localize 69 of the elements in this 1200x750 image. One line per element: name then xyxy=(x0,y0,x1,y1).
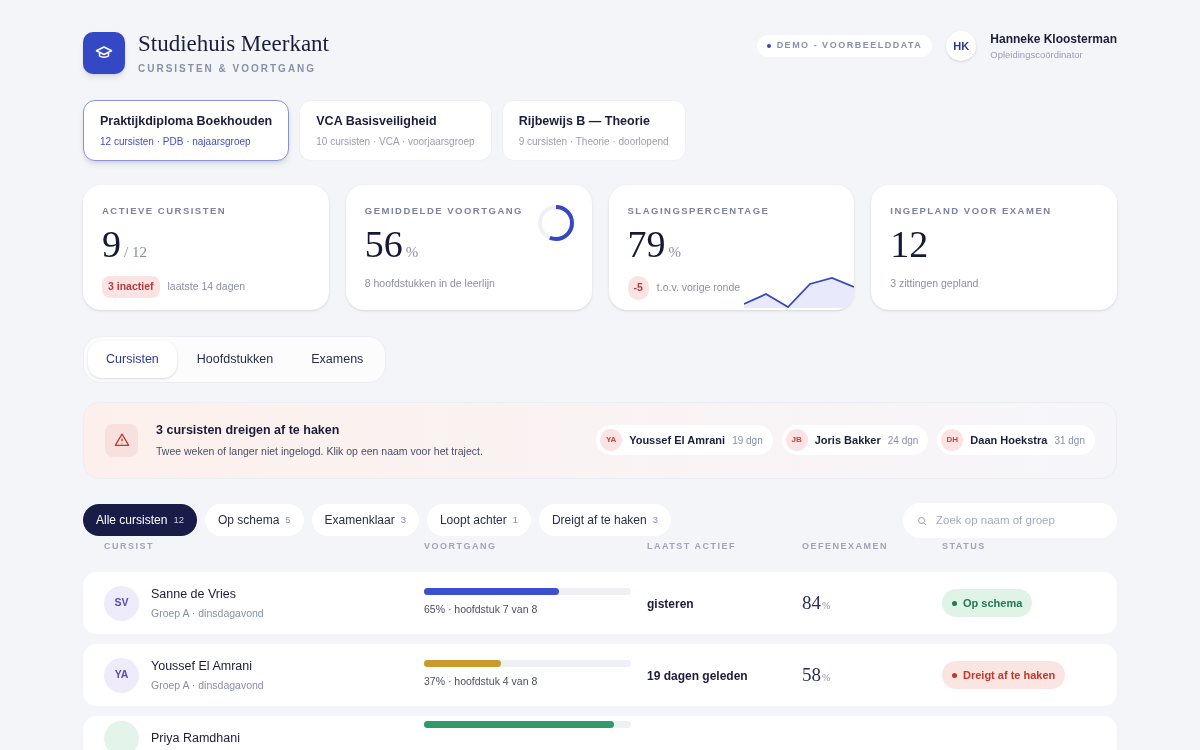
last-active: 19 dagen geleden xyxy=(647,669,748,683)
student-group: Groep A · dinsdagavond xyxy=(151,605,264,622)
user-name: Hanneke Kloosterman xyxy=(990,31,1117,48)
user-avatar[interactable]: HK xyxy=(946,31,977,62)
student-name: Sanne de Vries xyxy=(151,585,237,603)
stat-note: 8 hoofdstukken in de leerlijn xyxy=(364,276,495,291)
student-avatar: SV xyxy=(104,585,139,621)
stat-unit: / 12 xyxy=(124,243,147,262)
search-field[interactable]: Zoek op naam of groep xyxy=(903,502,1117,538)
search-icon xyxy=(916,514,928,527)
column-header: OEFENEXAMEN xyxy=(802,539,889,553)
at-risk-chip[interactable]: YA Youssef El Amrani 19 dgn xyxy=(596,425,773,455)
view-tab[interactable]: Hoofdstukken xyxy=(178,340,292,378)
app-subtitle: CURSISTEN & VOORTGANG xyxy=(138,62,318,76)
student-group: Groep A · dinsdagavond xyxy=(151,677,264,694)
student-name: Priya Ramdhani xyxy=(151,730,240,748)
exam-score: 84 xyxy=(802,590,821,615)
demo-badge: DEMO - VOORBEELDDATA xyxy=(756,35,933,57)
stat-unit: % xyxy=(405,243,419,262)
stat-note: laatste 14 dagen xyxy=(167,279,246,294)
table-row[interactable]: Priya Ramdhani xyxy=(83,716,1117,750)
status-pill: Op schema xyxy=(942,588,1033,618)
column-header: VOORTGANG xyxy=(424,539,498,553)
score-unit: % xyxy=(822,598,831,613)
stat-label: INGEPLAND VOOR EXAMEN xyxy=(890,203,1053,218)
alert-title: 3 cursisten dreigen af te haken xyxy=(156,421,341,439)
course-tab[interactable]: Rijbewijs B — Theorie 9 cursisten · Theorie · doorlopend xyxy=(501,100,686,161)
view-tab[interactable]: Cursisten xyxy=(88,340,177,378)
table-row[interactable]: YA Youssef El Amrani Groep A · dinsdagavond 37% · hoofdstuk 4 van 8 19 dagen geleden 58% Dreigt af te haken xyxy=(83,644,1117,706)
filter-chip[interactable]: Dreigt af te haken 3 xyxy=(538,504,671,536)
filter-chip[interactable]: Loopt achter 1 xyxy=(426,504,531,536)
progress-text: 37% · hoofdstuk 4 van 8 xyxy=(424,674,539,690)
column-header: CURSIST xyxy=(104,539,155,553)
stat-unit: % xyxy=(668,243,681,262)
column-header: LAATST ACTIEF xyxy=(647,539,737,553)
student-name: Youssef El Amrani xyxy=(151,657,253,675)
filter-chip[interactable]: Alle cursisten 12 xyxy=(83,504,197,536)
stat-note: t.o.v. vorige ronde xyxy=(656,280,741,295)
stat-value: 9 xyxy=(102,222,121,266)
at-risk-chip[interactable]: DH Daan Hoekstra 31 dgn xyxy=(937,425,1095,455)
warning-icon xyxy=(105,423,138,457)
stat-label: GEMIDDELDE VOORTGANG xyxy=(364,203,524,218)
course-tab[interactable]: VCA Basisveiligheid 10 cursisten · VCA · voorjaarsgroep xyxy=(299,100,492,161)
stat-label: ACTIEVE CURSISTEN xyxy=(102,203,228,218)
student-avatar xyxy=(104,721,139,750)
app-title: Studiehuis Meerkant xyxy=(138,30,329,58)
course-tab[interactable]: Praktijkdiploma Boekhouden 12 cursisten · PDB · najaarsgroep xyxy=(83,100,290,161)
column-header: STATUS xyxy=(942,539,987,553)
table-row[interactable]: SV Sanne de Vries Groep A · dinsdagavond 65% · hoofdstuk 7 van 8 gisteren 84% Op schema xyxy=(83,572,1117,634)
stat-note: 3 zittingen gepland xyxy=(890,276,979,291)
stat-value: 56 xyxy=(364,222,403,266)
filter-chip[interactable]: Op schema 5 xyxy=(204,504,304,536)
status-pill: Dreigt af te haken xyxy=(942,660,1066,690)
at-risk-chip[interactable]: JB Joris Bakker 24 dgn xyxy=(781,425,929,455)
user-role: Opleidingscoördinator xyxy=(990,48,1084,62)
stat-badge: -5 xyxy=(627,276,649,300)
exam-score: 58 xyxy=(802,662,821,687)
progress-text: 65% · hoofdstuk 7 van 8 xyxy=(424,602,539,618)
last-active: gisteren xyxy=(647,597,694,611)
alert-text: Twee weken of langer niet ingelogd. Klik op een naam voor het traject. xyxy=(156,443,484,459)
stat-value: 79 xyxy=(627,222,666,266)
stat-value: 12 xyxy=(890,222,929,266)
progress-ring xyxy=(535,202,576,243)
stat-label: SLAGINGSPERCENTAGE xyxy=(627,203,771,218)
score-unit: % xyxy=(822,670,831,685)
filter-chip[interactable]: Examenklaar 3 xyxy=(311,504,419,536)
stat-badge: 3 inactief xyxy=(102,276,160,298)
student-avatar: YA xyxy=(104,657,139,693)
view-tab[interactable]: Examens xyxy=(293,340,382,378)
